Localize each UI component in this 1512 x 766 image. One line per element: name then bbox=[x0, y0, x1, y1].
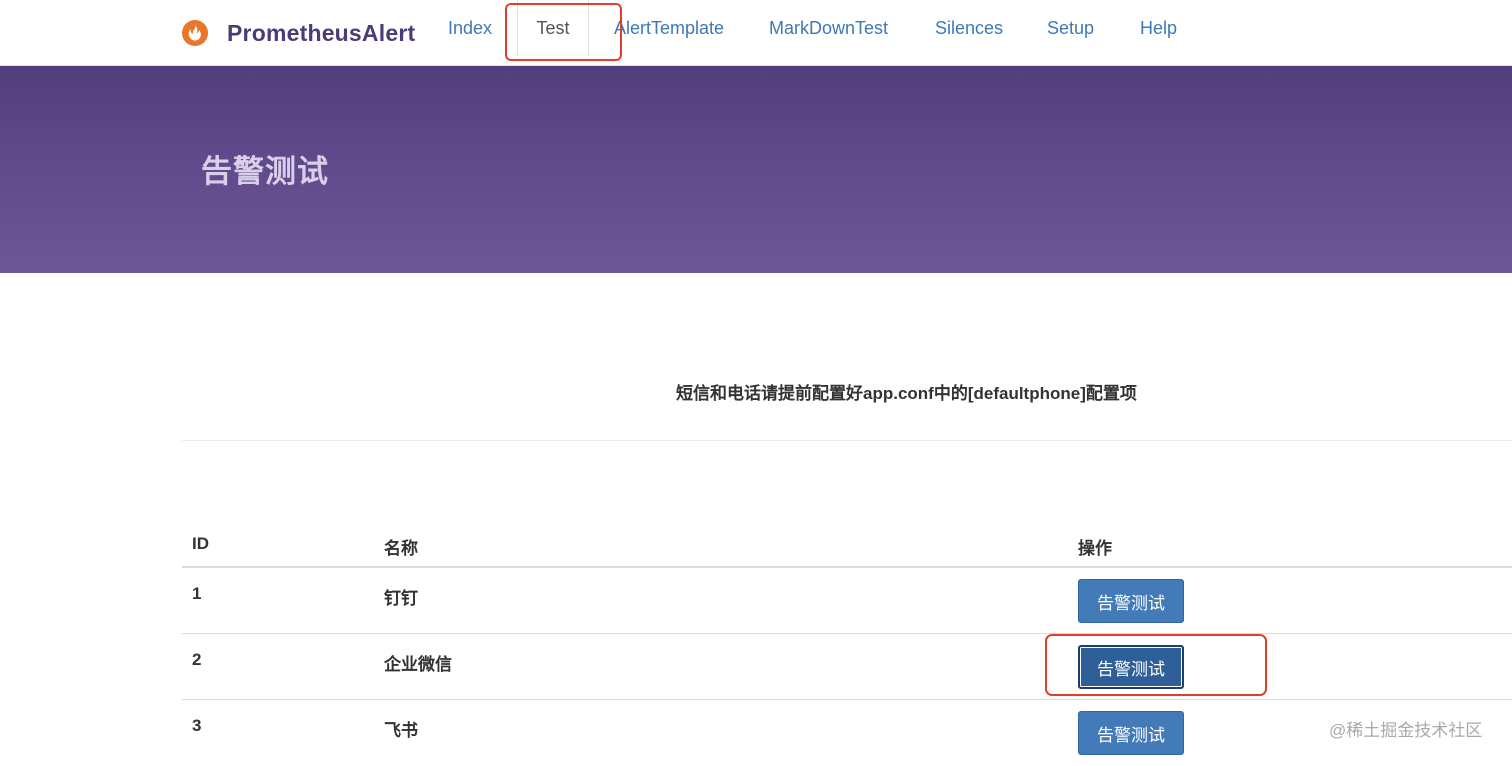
nav-link-help[interactable]: Help bbox=[1140, 0, 1177, 56]
watermark: @稀土掘金技术社区 bbox=[1329, 721, 1483, 740]
nav-link-test[interactable]: Test bbox=[517, 0, 589, 56]
divider bbox=[182, 440, 1512, 441]
cell-name: 钉钉 bbox=[384, 589, 418, 608]
page-banner: 告警测试 bbox=[0, 66, 1512, 273]
flame-logo-icon bbox=[182, 20, 208, 46]
cell-id: 1 bbox=[192, 584, 202, 603]
cell-name: 飞书 bbox=[384, 721, 418, 740]
top-navbar: PrometheusAlert Index Test AlertTemplate… bbox=[0, 0, 1512, 66]
header-id: ID bbox=[192, 534, 209, 553]
cell-name: 企业微信 bbox=[384, 655, 452, 674]
alert-test-button-wechat-work[interactable]: 告警测试 bbox=[1078, 645, 1184, 689]
table-row: 2 企业微信 告警测试 bbox=[182, 634, 1512, 700]
nav-link-silences[interactable]: Silences bbox=[935, 0, 1003, 56]
table-row: 3 飞书 告警测试 bbox=[182, 700, 1512, 766]
nav-link-alerttemplate[interactable]: AlertTemplate bbox=[614, 0, 724, 56]
header-name: 名称 bbox=[384, 539, 418, 558]
alert-test-button-feishu[interactable]: 告警测试 bbox=[1078, 711, 1184, 755]
nav-link-index[interactable]: Index bbox=[448, 0, 492, 56]
cell-id: 2 bbox=[192, 650, 202, 669]
channel-table: ID 名称 操作 1 钉钉 告警测试 2 企业微信 告警测试 3 飞书 告警测试 bbox=[182, 520, 1512, 766]
page-title: 告警测试 bbox=[201, 154, 329, 189]
brand-name: PrometheusAlert bbox=[227, 19, 416, 46]
table-row: 1 钉钉 告警测试 bbox=[182, 568, 1512, 634]
brand[interactable]: PrometheusAlert bbox=[182, 18, 415, 48]
header-action: 操作 bbox=[1078, 539, 1112, 558]
nav-link-setup[interactable]: Setup bbox=[1047, 0, 1094, 56]
nav-link-markdowntest[interactable]: MarkDownTest bbox=[769, 0, 888, 56]
config-notice: 短信和电话请提前配置好app.conf中的[defaultphone]配置项 bbox=[676, 384, 1137, 403]
cell-id: 3 bbox=[192, 716, 202, 735]
alert-test-button-dingtalk[interactable]: 告警测试 bbox=[1078, 579, 1184, 623]
table-header: ID 名称 操作 bbox=[182, 520, 1512, 568]
